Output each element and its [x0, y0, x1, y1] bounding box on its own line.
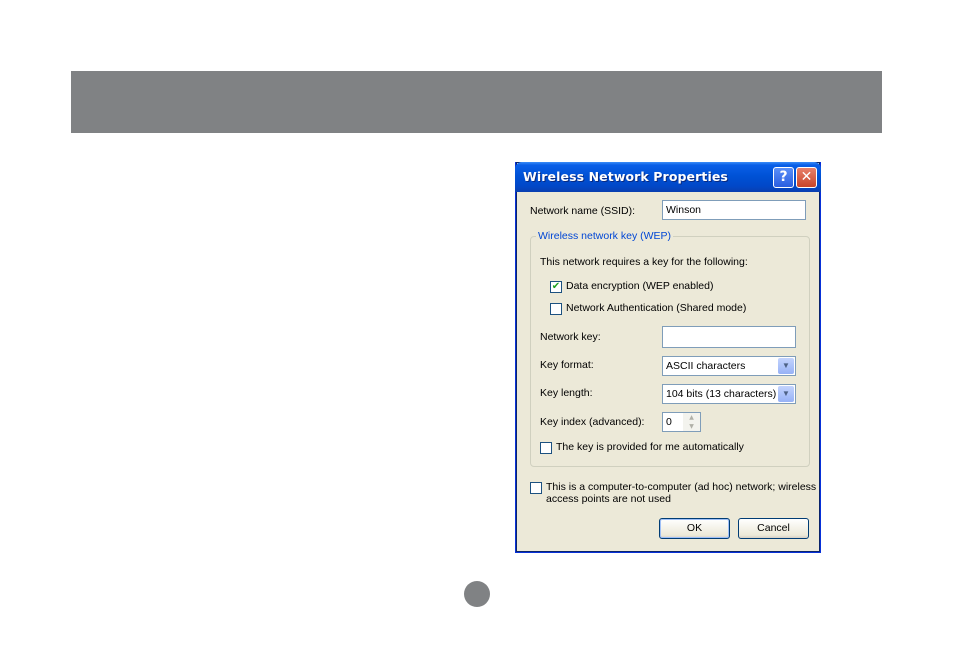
key-index-label: Key index (advanced): — [540, 416, 645, 428]
auto-key-checkbox[interactable] — [540, 442, 552, 454]
ssid-input[interactable]: Winson — [662, 200, 806, 220]
key-length-select[interactable]: 104 bits (13 characters) ▼ — [662, 384, 796, 404]
wep-group-title: Wireless network key (WEP) — [536, 230, 674, 242]
network-key-input[interactable] — [662, 326, 796, 348]
adhoc-label-line2: access points are not used — [546, 493, 671, 505]
adhoc-checkbox[interactable] — [530, 482, 542, 494]
spin-down-icon[interactable]: ▼ — [683, 422, 700, 431]
spin-up-icon[interactable]: ▲ — [683, 413, 700, 422]
network-authentication-label: Network Authentication (Shared mode) — [566, 302, 747, 314]
ssid-label: Network name (SSID): — [530, 205, 636, 217]
network-key-label: Network key: — [540, 331, 601, 343]
key-format-label: Key format: — [540, 359, 594, 371]
key-index-spinner[interactable]: ▲ ▼ — [683, 412, 701, 432]
dialog-title: Wireless Network Properties — [523, 169, 728, 184]
requires-key-text: This network requires a key for the foll… — [540, 256, 748, 268]
data-encryption-checkbox[interactable]: ✔ — [550, 281, 562, 293]
header-band — [71, 71, 882, 133]
auto-key-label: The key is provided for me automatically — [556, 441, 744, 453]
page-number-dot — [464, 581, 490, 607]
cancel-button[interactable]: Cancel — [738, 518, 809, 539]
ok-button[interactable]: OK — [659, 518, 730, 539]
adhoc-label-line1: This is a computer-to-computer (ad hoc) … — [546, 481, 817, 493]
close-button[interactable]: ✕ — [796, 167, 817, 188]
dialog-titlebar[interactable]: Wireless Network Properties ? ✕ — [515, 162, 821, 192]
data-encryption-label: Data encryption (WEP enabled) — [566, 280, 714, 292]
key-format-value: ASCII characters — [666, 360, 746, 372]
network-authentication-checkbox[interactable] — [550, 303, 562, 315]
key-length-value: 104 bits (13 characters) — [666, 388, 777, 400]
help-button[interactable]: ? — [773, 167, 794, 188]
chevron-down-icon[interactable]: ▼ — [778, 358, 794, 374]
wep-key-groupbox — [530, 236, 810, 467]
chevron-down-icon[interactable]: ▼ — [778, 386, 794, 402]
key-format-select[interactable]: ASCII characters ▼ — [662, 356, 796, 376]
key-index-input[interactable]: 0 — [662, 412, 684, 432]
key-length-label: Key length: — [540, 387, 593, 399]
wireless-network-properties-dialog: Wireless Network Properties ? ✕ Network … — [515, 162, 821, 553]
